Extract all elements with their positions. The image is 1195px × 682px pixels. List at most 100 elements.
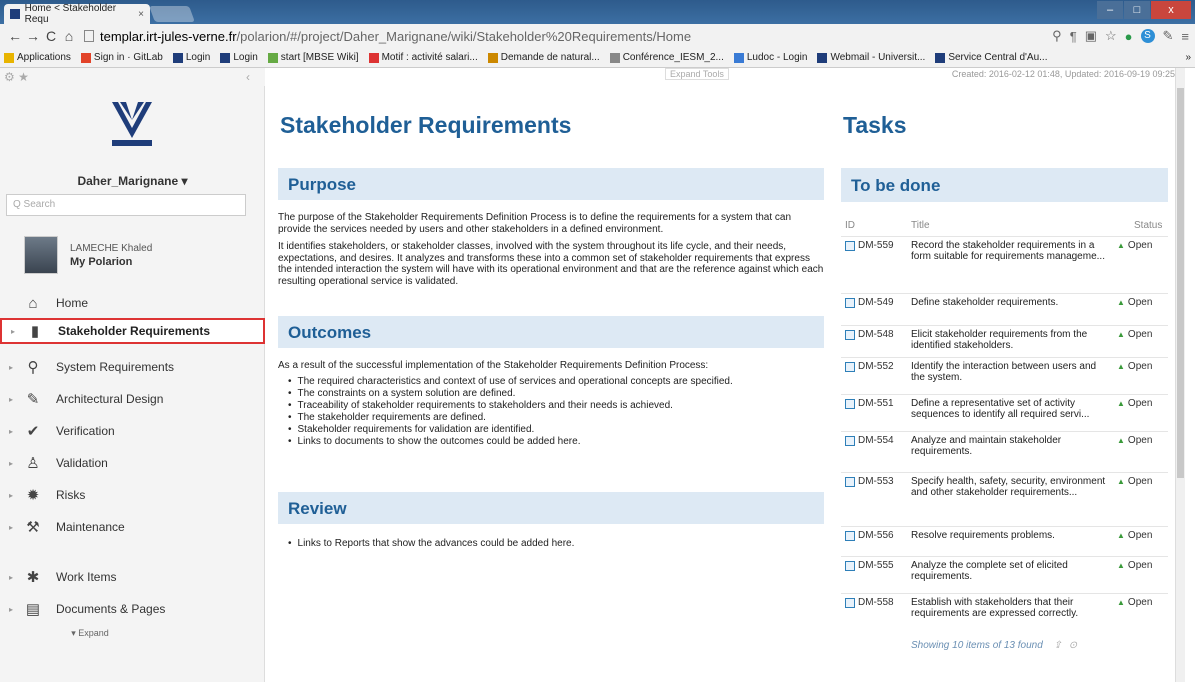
work-item-title[interactable]: Identify the interaction between users a… bbox=[911, 361, 1111, 383]
expand-tools-button[interactable]: Expand Tools bbox=[665, 68, 729, 80]
expand-arrow-icon[interactable]: ▸ bbox=[6, 427, 16, 436]
bookmark-item[interactable]: Webmail - Universit... bbox=[817, 52, 925, 63]
work-item-id: DM-548 bbox=[858, 329, 894, 340]
work-item-id-link[interactable]: DM-549 bbox=[845, 297, 894, 308]
table-row[interactable]: DM-559 Record the stakeholder requirement… bbox=[841, 236, 1168, 293]
work-item-id-link[interactable]: DM-555 bbox=[845, 560, 894, 571]
my-polarion-link[interactable]: My Polarion bbox=[70, 256, 152, 268]
work-item-title[interactable]: Analyze the complete set of elicited req… bbox=[911, 560, 1111, 582]
back-icon[interactable]: ← bbox=[6, 28, 24, 44]
column-header-title[interactable]: Title bbox=[911, 220, 930, 231]
project-selector[interactable]: Daher_Marignane ▾ bbox=[0, 174, 265, 188]
work-item-title[interactable]: Elicit stakeholder requirements from the… bbox=[911, 329, 1111, 351]
close-window-button[interactable]: x bbox=[1151, 1, 1191, 19]
sidebar-item-risks[interactable]: ▸ ✹ Risks bbox=[0, 482, 265, 508]
outcomes-intro: As a result of the successful implementa… bbox=[278, 360, 709, 371]
home-icon[interactable]: ⌂ bbox=[60, 28, 78, 44]
bookmark-item[interactable]: Sign in · GitLab bbox=[80, 52, 163, 63]
table-row[interactable]: DM-558 Establish with stakeholders that t… bbox=[841, 593, 1168, 633]
work-item-id-link[interactable]: DM-551 bbox=[845, 398, 894, 409]
sidebar-item-system-requirements[interactable]: ▸ ⚲ System Requirements bbox=[0, 354, 265, 380]
table-row[interactable]: DM-549 Define stakeholder requirements. Op… bbox=[841, 293, 1168, 325]
sidebar-item-maintenance[interactable]: ▸ ⚒ Maintenance bbox=[0, 514, 265, 540]
url-field[interactable]: templar.irt-jules-verne.fr /polarion/#/p… bbox=[84, 29, 1052, 44]
work-item-title[interactable]: Define stakeholder requirements. bbox=[911, 297, 1111, 308]
minimize-button[interactable]: – bbox=[1097, 1, 1123, 19]
expand-arrow-icon[interactable]: ▸ bbox=[6, 459, 16, 468]
sidebar-item-architectural-design[interactable]: ▸ ✎ Architectural Design bbox=[0, 386, 265, 412]
work-item-id-link[interactable]: DM-553 bbox=[845, 476, 894, 487]
sidebar-item-documents-pages[interactable]: ▸ ▤ Documents & Pages bbox=[0, 596, 265, 622]
translate-icon[interactable]: ▣ bbox=[1085, 28, 1097, 44]
work-item-id-link[interactable]: DM-558 bbox=[845, 597, 894, 608]
reload-icon[interactable]: C bbox=[42, 28, 60, 44]
favorite-star-icon[interactable]: ⚙ ★ bbox=[4, 70, 29, 84]
sidebar-search-input[interactable]: Q Search bbox=[6, 194, 246, 216]
expand-arrow-icon[interactable]: ▸ bbox=[8, 327, 18, 336]
bookmark-item[interactable]: Ludoc - Login bbox=[733, 52, 807, 63]
table-row[interactable]: DM-551 Define a representative set of act… bbox=[841, 394, 1168, 431]
extension-icon[interactable]: ✎ bbox=[1163, 28, 1174, 44]
expand-arrow-icon[interactable]: ▸ bbox=[6, 491, 16, 500]
bookmark-item[interactable]: start [MBSE Wiki] bbox=[267, 52, 359, 63]
page-scrollbar[interactable] bbox=[1175, 68, 1185, 682]
info-icon[interactable]: ⊙ bbox=[1069, 640, 1077, 651]
expand-nav-link[interactable]: ▾ Expand bbox=[0, 628, 180, 639]
work-item-id-link[interactable]: DM-556 bbox=[845, 530, 894, 541]
bookmark-item[interactable]: Login bbox=[220, 52, 258, 63]
work-item-title[interactable]: Record the stakeholder requirements in a… bbox=[911, 240, 1111, 262]
work-item-id-link[interactable]: DM-548 bbox=[845, 329, 894, 340]
zoom-icon[interactable]: ⚲ bbox=[1052, 28, 1062, 44]
export-icon[interactable]: ⇪ bbox=[1054, 640, 1062, 651]
browser-tab[interactable]: Home < Stakeholder Requ × bbox=[4, 3, 150, 25]
user-profile[interactable]: LAMECHE Khaled My Polarion bbox=[24, 236, 152, 274]
bookmark-label: Applications bbox=[17, 52, 71, 63]
column-header-status[interactable]: Status bbox=[1134, 220, 1162, 231]
expand-arrow-icon[interactable]: ▸ bbox=[6, 573, 16, 582]
work-item-title[interactable]: Define a representative set of activity … bbox=[911, 398, 1111, 420]
list-item: The constraints on a system solution are… bbox=[288, 388, 826, 400]
expand-arrow-icon[interactable]: ▸ bbox=[6, 605, 16, 614]
tab-close-icon[interactable]: × bbox=[138, 9, 144, 20]
menu-icon[interactable]: ≡ bbox=[1181, 29, 1189, 44]
expand-arrow-icon[interactable]: ▸ bbox=[6, 523, 16, 532]
maximize-button[interactable]: □ bbox=[1124, 1, 1150, 19]
forward-icon[interactable]: → bbox=[24, 28, 42, 44]
work-item-id-link[interactable]: DM-559 bbox=[845, 240, 894, 251]
sidebar-item-validation[interactable]: ▸ ♙ Validation bbox=[0, 450, 265, 476]
collapse-sidebar-icon[interactable]: ‹ bbox=[246, 70, 250, 84]
bookmark-star-icon[interactable]: ☆ bbox=[1105, 28, 1117, 44]
sidebar-item-verification[interactable]: ▸ ✔ Verification bbox=[0, 418, 265, 444]
s-extension-icon[interactable]: S bbox=[1140, 29, 1155, 43]
work-item-title[interactable]: Resolve requirements problems. bbox=[911, 530, 1111, 541]
work-item-title[interactable]: Analyze and maintain stakeholder require… bbox=[911, 435, 1111, 457]
more-bookmarks-icon[interactable]: » bbox=[1185, 52, 1191, 63]
work-item-id-link[interactable]: DM-552 bbox=[845, 361, 894, 372]
work-item-title[interactable]: Establish with stakeholders that their r… bbox=[911, 597, 1111, 619]
table-row[interactable]: DM-548 Elicit stakeholder requirements fr… bbox=[841, 325, 1168, 357]
sidebar-item-work-items[interactable]: ▸ ✱ Work Items bbox=[0, 564, 265, 590]
bookmark-item[interactable]: Conférence_IESM_2... bbox=[609, 52, 724, 63]
table-row[interactable]: DM-554 Analyze and maintain stakeholder r… bbox=[841, 431, 1168, 472]
sidebar-item-label: Maintenance bbox=[56, 520, 125, 534]
bookmark-item[interactable]: Login bbox=[172, 52, 210, 63]
expand-arrow-icon[interactable]: ▸ bbox=[6, 395, 16, 404]
bookmark-item[interactable]: Demande de natural... bbox=[487, 52, 600, 63]
sidebar-item-home[interactable]: ⌂ Home bbox=[0, 290, 265, 316]
work-item-title[interactable]: Specify health, safety, security, enviro… bbox=[911, 476, 1111, 498]
table-row[interactable]: DM-552 Identify the interaction between u… bbox=[841, 357, 1168, 394]
table-row[interactable]: DM-556 Resolve requirements problems. Open bbox=[841, 526, 1168, 556]
column-header-id[interactable]: ID bbox=[845, 220, 855, 231]
table-row[interactable]: DM-553 Specify health, safety, security, … bbox=[841, 472, 1168, 526]
table-row[interactable]: DM-555 Analyze the complete set of elicit… bbox=[841, 556, 1168, 593]
expand-arrow-icon[interactable]: ▸ bbox=[6, 363, 16, 372]
bookmark-item[interactable]: Motif : activité salari... bbox=[368, 52, 478, 63]
scrollbar-thumb[interactable] bbox=[1177, 88, 1184, 478]
pin-icon[interactable]: ¶ bbox=[1070, 29, 1077, 44]
google-extension-icon[interactable]: ● bbox=[1125, 29, 1133, 44]
work-item-id-link[interactable]: DM-554 bbox=[845, 435, 894, 446]
bookmark-item[interactable]: Service Central d'Au... bbox=[935, 52, 1048, 63]
bookmark-item[interactable]: Applications bbox=[4, 52, 71, 63]
sidebar-item-stakeholder-requirements[interactable]: ▸ ▮ Stakeholder Requirements bbox=[0, 318, 265, 344]
new-tab-button[interactable] bbox=[149, 6, 195, 22]
